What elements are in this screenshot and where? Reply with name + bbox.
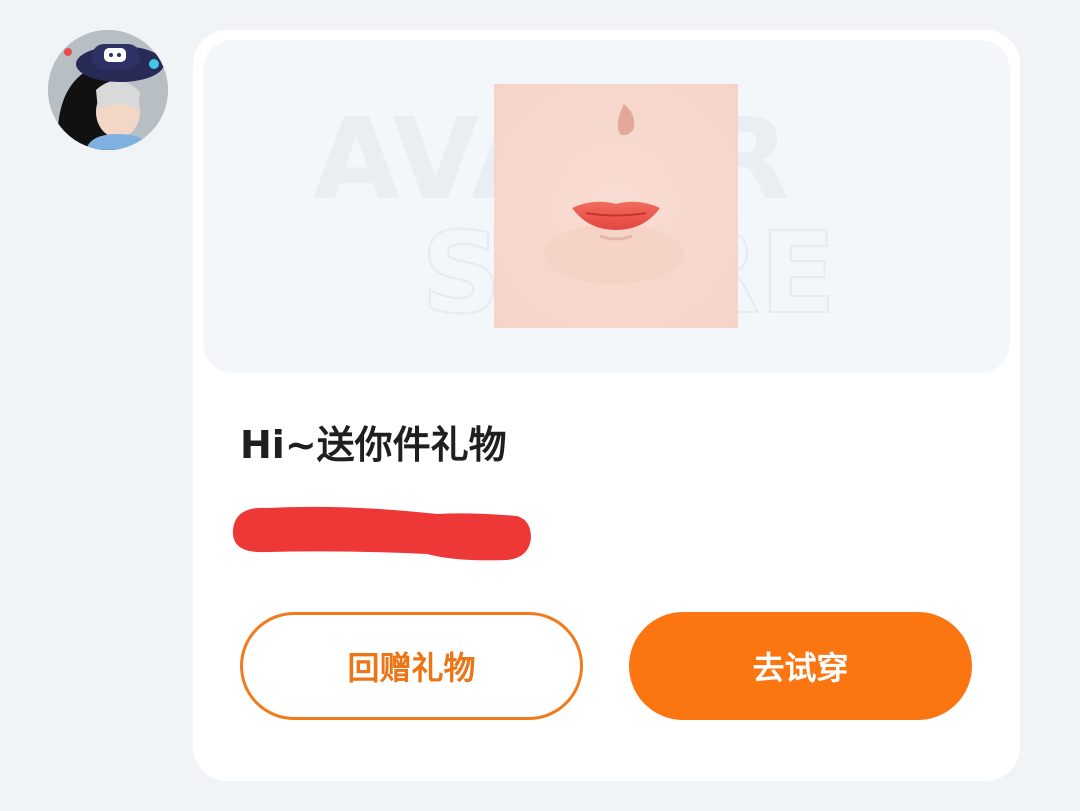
gift-product-image[interactable] — [494, 84, 738, 328]
user-avatar-icon — [48, 30, 168, 150]
face-makeup-lips-icon — [494, 84, 738, 328]
gift-title: Hi~送你件礼物 — [240, 423, 507, 467]
gift-banner: AVATAR STORE — [203, 40, 1010, 373]
redacted-message — [227, 500, 533, 566]
sender-avatar[interactable] — [48, 30, 168, 150]
return-gift-button[interactable]: 回赠礼物 — [240, 612, 583, 720]
try-on-button[interactable]: 去试穿 — [629, 612, 972, 720]
gift-card: AVATAR STORE — [193, 30, 1020, 781]
